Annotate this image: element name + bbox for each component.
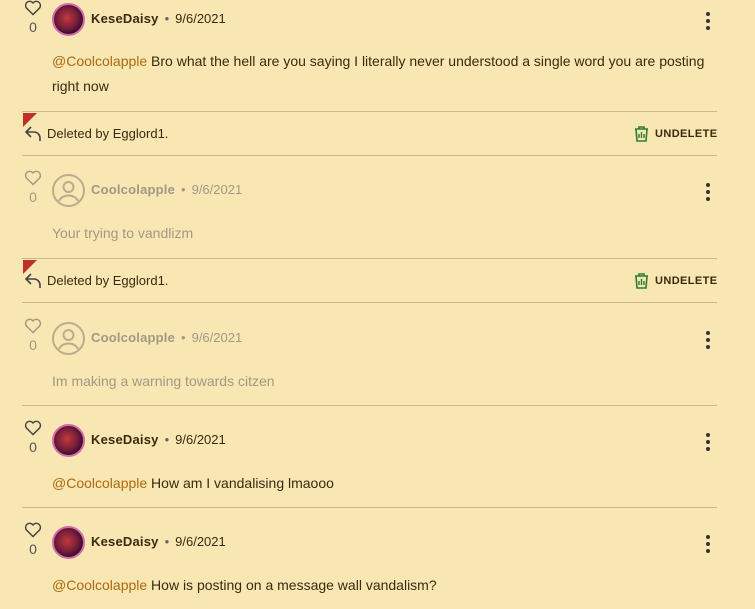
post-meta: Coolcolapple • 9/6/2021: [91, 330, 243, 345]
more-options-icon[interactable]: [700, 329, 716, 349]
heart-icon[interactable]: [24, 170, 42, 186]
user-mention-link[interactable]: @Coolcolapple: [52, 577, 147, 593]
undelete-icon: [635, 273, 648, 289]
more-options-icon[interactable]: [700, 533, 716, 553]
avatar[interactable]: [52, 424, 85, 457]
reply-icon: [24, 126, 41, 141]
post-text: Your trying to vandlizm: [52, 225, 194, 241]
default-avatar-icon: [58, 329, 79, 350]
post-date: 9/6/2021: [191, 182, 243, 197]
user-mention-link[interactable]: @Coolcolapple: [52, 53, 147, 69]
avatar[interactable]: [52, 322, 85, 355]
post-body: Im making a warning towards citzen: [52, 369, 712, 394]
heart-icon[interactable]: [24, 522, 42, 538]
post-date: 9/6/2021: [175, 11, 226, 26]
post-date: 9/6/2021: [175, 534, 226, 549]
post-text: Bro what the hell are you saying I liter…: [52, 53, 705, 94]
undelete-button[interactable]: UNDELETE: [634, 273, 717, 289]
undelete-label: UNDELETE: [655, 128, 718, 140]
author-name[interactable]: Coolcolapple: [91, 330, 175, 345]
reply-icon: [24, 273, 41, 288]
like-count: 0: [29, 541, 37, 557]
avatar[interactable]: [52, 174, 85, 207]
like-control: 0: [22, 318, 44, 353]
author-name[interactable]: KeseDaisy: [91, 534, 159, 549]
like-control: 0: [22, 522, 44, 557]
post-body: @Coolcolapple How is posting on a messag…: [52, 573, 712, 598]
post-body: Your trying to vandlizm: [52, 221, 712, 246]
avatar[interactable]: [52, 526, 85, 559]
post-date: 9/6/2021: [191, 330, 243, 345]
like-count: 0: [29, 189, 37, 205]
undelete-button[interactable]: UNDELETE: [634, 126, 717, 142]
more-options-icon[interactable]: [700, 10, 716, 30]
undelete-icon: [635, 126, 648, 142]
post-meta: KeseDaisy • 9/6/2021: [91, 534, 226, 549]
author-name[interactable]: KeseDaisy: [91, 432, 159, 447]
like-count: 0: [29, 439, 37, 455]
divider: [22, 405, 717, 406]
post-text: How is posting on a message wall vandali…: [147, 577, 437, 593]
post-date: 9/6/2021: [175, 432, 226, 447]
undelete-label: UNDELETE: [655, 275, 718, 287]
more-options-icon[interactable]: [700, 181, 716, 201]
deleted-by-text: Deleted by Egglord1.: [47, 126, 169, 141]
post-meta: Coolcolapple • 9/6/2021: [91, 182, 243, 197]
author-name[interactable]: KeseDaisy: [91, 11, 159, 26]
like-count: 0: [29, 337, 37, 353]
deleted-banner: Deleted by Egglord1. UNDELETE: [0, 259, 755, 303]
post-meta: KeseDaisy • 9/6/2021: [91, 432, 226, 447]
post-text: How am I vandalising lmaooo: [147, 475, 334, 491]
like-control: 0: [22, 0, 44, 35]
post-text: Im making a warning towards citzen: [52, 373, 275, 389]
heart-icon[interactable]: [24, 420, 42, 436]
divider: [22, 507, 717, 508]
like-control: 0: [22, 170, 44, 205]
like-control: 0: [22, 420, 44, 455]
post-body: @Coolcolapple How am I vandalising lmaoo…: [52, 471, 712, 496]
heart-icon[interactable]: [24, 318, 42, 334]
deleted-banner: Deleted by Egglord1. UNDELETE: [0, 112, 755, 156]
avatar[interactable]: [52, 3, 85, 36]
deleted-by-text: Deleted by Egglord1.: [47, 273, 169, 288]
more-options-icon[interactable]: [700, 431, 716, 451]
user-mention-link[interactable]: @Coolcolapple: [52, 475, 147, 491]
divider: [22, 302, 717, 303]
heart-icon[interactable]: [24, 0, 42, 16]
default-avatar-icon: [58, 181, 79, 202]
like-count: 0: [29, 19, 37, 35]
post-meta: KeseDaisy • 9/6/2021: [91, 11, 226, 26]
post-body: @Coolcolapple Bro what the hell are you …: [52, 49, 712, 99]
author-name[interactable]: Coolcolapple: [91, 182, 175, 197]
divider: [22, 155, 717, 156]
